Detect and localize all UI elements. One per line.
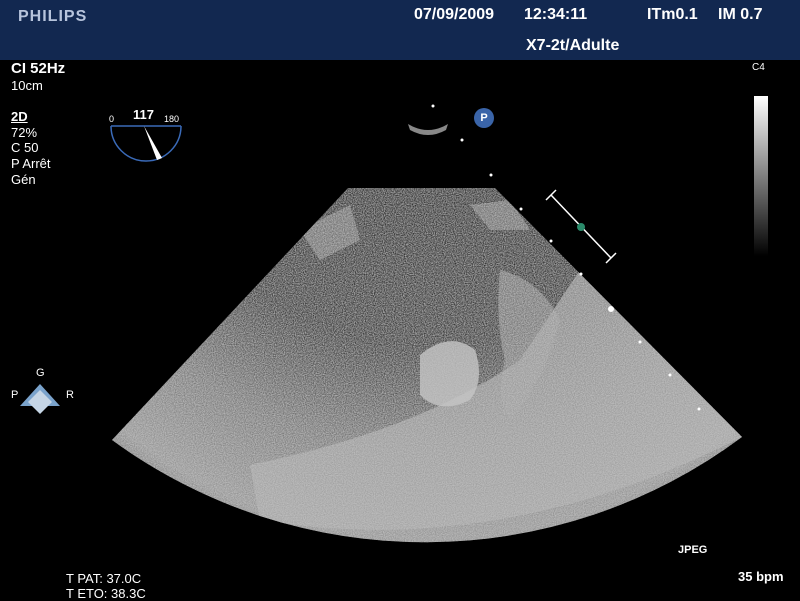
- orientation-icon: [20, 384, 60, 414]
- compression-value: C 50: [11, 140, 39, 155]
- ci-rate: CI 52Hz: [11, 60, 66, 77]
- angle-min: 0: [109, 114, 115, 124]
- ultrasound-image: [20, 104, 742, 543]
- angle-max: 180: [164, 114, 180, 124]
- orientation-left: P: [11, 389, 19, 401]
- gain-value: 72%: [11, 125, 38, 140]
- probe-temperature: T ETO: 38.3C: [66, 586, 146, 601]
- gen-label: Gén: [11, 172, 36, 187]
- probe-notch: [408, 124, 448, 135]
- patient-temperature: T PAT: 37.0C: [66, 571, 142, 586]
- power-status: P Arrêt: [11, 156, 51, 171]
- angle-value: 117: [133, 107, 154, 122]
- c4-label: C4: [752, 62, 765, 73]
- depth-value: 10cm: [11, 78, 43, 93]
- p-marker-icon: P: [474, 108, 494, 128]
- mode-label: 2D: [11, 109, 28, 124]
- heart-rate: 35 bpm: [738, 569, 784, 584]
- jpeg-label: JPEG: [678, 544, 708, 556]
- focus-marker: [577, 223, 585, 231]
- angle-indicator-graphic: [110, 125, 182, 162]
- orientation-top: G: [36, 367, 45, 379]
- orientation-right: R: [66, 389, 74, 401]
- greyscale-bar: [754, 96, 768, 256]
